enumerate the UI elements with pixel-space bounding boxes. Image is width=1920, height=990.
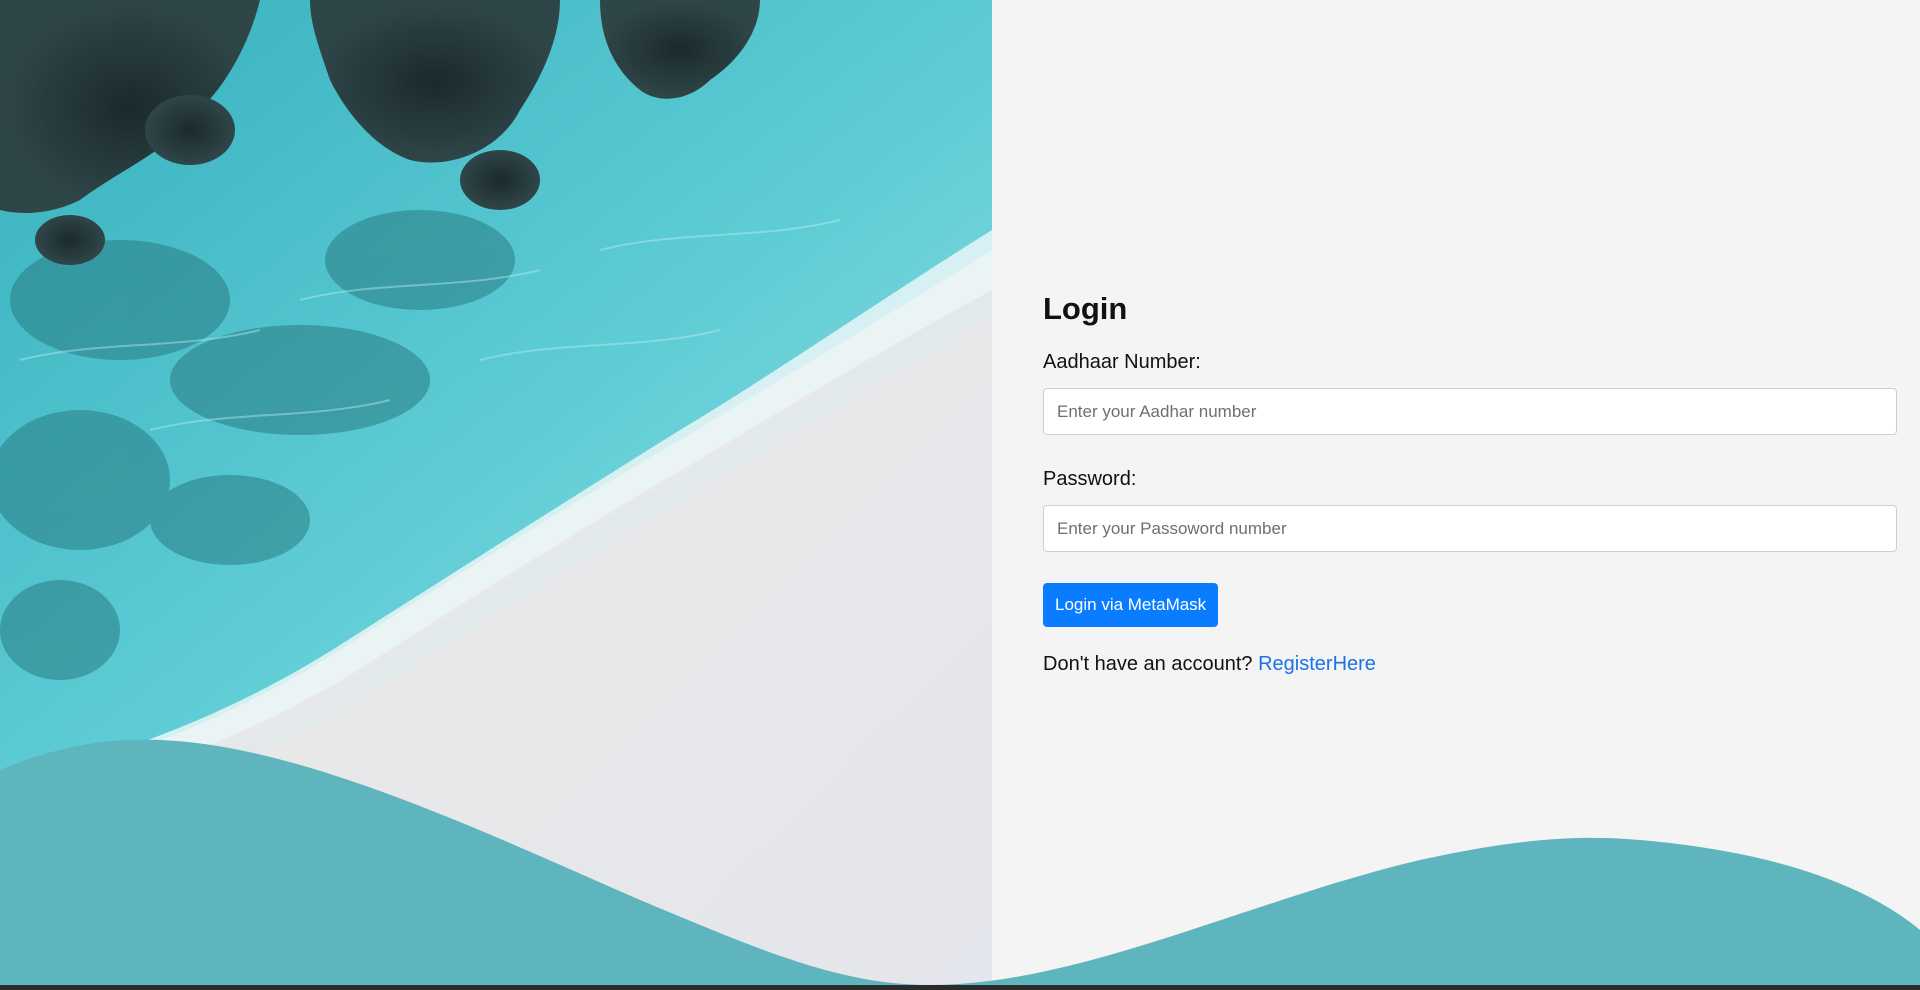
page-title: Login <box>1043 291 1128 326</box>
bottom-border <box>0 985 1920 990</box>
register-prompt-row: Don't have an account? RegisterHere <box>1043 652 1897 676</box>
aadhaar-field-group: Aadhaar Number: <box>1043 350 1897 435</box>
password-input[interactable] <box>1043 505 1897 552</box>
aadhaar-label: Aadhaar Number: <box>1043 351 1201 373</box>
aadhaar-input[interactable] <box>1043 388 1897 435</box>
login-page: Login Aadhaar Number: Password: Login vi… <box>0 0 1920 990</box>
register-link[interactable]: RegisterHere <box>1258 653 1376 675</box>
login-metamask-button[interactable]: Login via MetaMask <box>1043 583 1219 627</box>
login-form: Login Aadhaar Number: Password: Login vi… <box>1043 290 1897 676</box>
register-prompt-text: Don't have an account? <box>1043 653 1253 675</box>
password-field-group: Password: <box>1043 467 1897 552</box>
beach-aerial-photo <box>0 0 992 990</box>
password-label: Password: <box>1043 468 1137 490</box>
